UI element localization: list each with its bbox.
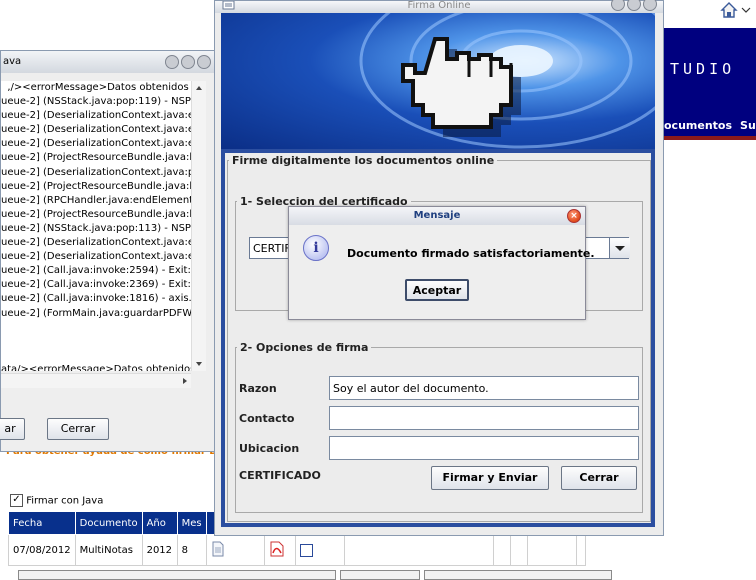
firmar-enviar-button[interactable]: Firmar y Enviar <box>431 466 549 490</box>
razon-input[interactable]: Soy el autor del documento. <box>329 376 639 400</box>
message-text: Documento firmado satisfactoriamente. <box>347 247 595 260</box>
log-line: ueue-2] (ProjectResourceBundle.java:ha <box>1 152 191 164</box>
firma-online-title: Firma Online <box>407 1 471 11</box>
col-mes[interactable]: Mes <box>176 511 207 535</box>
message-dialog-titlebar[interactable]: Mensaje × <box>289 207 585 225</box>
site-banner-title: TUDIO <box>670 60 736 78</box>
table-row[interactable]: 07/08/2012 MultiNotas 2012 8 <box>8 534 586 566</box>
log-line: ueue-2] (Call.java:invoke:2369) - Exit: … <box>1 279 191 291</box>
java-console-title: ava <box>3 56 22 67</box>
log-line: ueue-2] (DeserializationContext.java:en <box>1 110 191 122</box>
nav-item-su[interactable]: Su <box>740 119 756 132</box>
message-dialog: Mensaje × i Documento firmado satisfacto… <box>288 206 595 320</box>
ubicacion-label: Ubicacion <box>239 442 300 455</box>
firma-online-titlebar[interactable]: Firma Online <box>215 1 663 13</box>
java-console-log[interactable]: ,/><errorMessage>Datos obtenidos ueue-2] … <box>1 81 191 371</box>
close-icon[interactable] <box>197 55 211 69</box>
ubicacion-input[interactable] <box>329 436 639 460</box>
log-line: ueue-2] (DeserializationContext.java:en <box>1 251 191 263</box>
pointing-hand-icon <box>359 13 655 149</box>
chevron-down-icon[interactable] <box>609 238 630 258</box>
home-icon[interactable] <box>718 0 756 20</box>
info-icon: i <box>303 235 329 261</box>
log-line: ata/><errorMessage>Datos obtenidos <box>1 363 191 371</box>
java-console-window: ava ,/><errorMessage>Datos obtenidos ueue… <box>0 50 217 452</box>
message-dialog-title: Mensaje <box>413 210 461 221</box>
firmar-java-label: Firmar con Java <box>26 495 104 507</box>
java-left-button[interactable]: ar <box>0 418 25 440</box>
firmar-group-title: Firme digitalmente los documentos online <box>229 154 498 167</box>
log-line: ueue-2] (ProjectResourceBundle.java:ha <box>1 208 191 220</box>
certificate-select-value: CERTIF <box>253 242 291 255</box>
cell-ano: 2012 <box>141 534 178 566</box>
col-ano[interactable]: Año <box>141 511 178 535</box>
log-line: ueue-2] (DeserializationContext.java:po <box>1 166 191 178</box>
col-documento[interactable]: Documento <box>74 511 143 535</box>
aceptar-button[interactable]: Aceptar <box>405 279 469 301</box>
log-line: ueue-2] (FormMain.java:guardarPDFWS:1 <box>1 307 191 319</box>
bottom-controls <box>18 570 756 580</box>
cell-mes: 8 <box>176 534 207 566</box>
log-line: ueue-2] (ProjectResourceBundle.java:ha <box>1 180 191 192</box>
log-line: ,/><errorMessage>Datos obtenidos <box>1 82 189 93</box>
bottom-bar-2[interactable] <box>340 570 420 580</box>
razon-label: Razon <box>239 382 277 395</box>
document-icon[interactable] <box>211 541 225 557</box>
maximize-icon[interactable] <box>181 55 195 69</box>
nav-item-documentos[interactable]: ocumentos <box>664 119 732 132</box>
minimize-icon[interactable] <box>165 55 179 69</box>
java-console-hscrollbar[interactable] <box>1 373 191 388</box>
contacto-input[interactable] <box>329 406 639 430</box>
row-select-checkbox[interactable] <box>300 543 314 557</box>
log-line: ueue-2] (DeserializationContext.java:en <box>1 138 191 150</box>
close-icon[interactable]: × <box>567 209 581 223</box>
log-line: ueue-2] (DeserializationContext.java:en <box>1 124 191 136</box>
log-line: ueue-2] (DeserializationContext.java:en <box>1 237 191 249</box>
log-line: ueue-2] (Call.java:invoke:2594) - Exit: … <box>1 265 191 277</box>
close-icon[interactable] <box>643 0 657 11</box>
firmar-java-checkbox[interactable]: ✓ <box>10 494 23 507</box>
minimize-icon[interactable] <box>611 0 625 11</box>
contacto-label: Contacto <box>239 412 295 425</box>
pdf-icon[interactable] <box>269 541 285 557</box>
hero-banner <box>221 13 655 149</box>
log-line: ueue-2] (NSStack.java:pop:119) - NSPop <box>1 96 191 108</box>
java-console-titlebar[interactable]: ava <box>1 51 217 73</box>
options-section-title: 2- Opciones de firma <box>237 341 372 354</box>
java-close-button[interactable]: Cerrar <box>47 418 109 440</box>
firmar-java-checkbox-row[interactable]: ✓ Firmar con Java <box>10 494 103 507</box>
certificado-label: CERTIFICADO <box>239 469 321 482</box>
cell-documento: MultiNotas <box>74 534 143 566</box>
cerrar-button[interactable]: Cerrar <box>561 466 637 490</box>
log-line: ueue-2] (NSStack.java:pop:113) - NSPop <box>1 222 191 234</box>
bottom-bar-1[interactable] <box>18 570 336 580</box>
log-line: ueue-2] (RPCHandler.java:endElement:3 <box>1 194 191 206</box>
bottom-bar-3[interactable] <box>424 570 612 580</box>
cell-fecha: 07/08/2012 <box>8 534 76 566</box>
java-console-vscrollbar[interactable] <box>191 81 206 371</box>
log-line: ueue-2] (Call.java:invoke:1816) - axis.C <box>1 293 191 305</box>
site-nav: ocumentos Su <box>662 116 756 140</box>
app-icon <box>222 1 235 10</box>
maximize-icon[interactable] <box>627 0 641 11</box>
col-fecha[interactable]: Fecha <box>8 511 76 535</box>
